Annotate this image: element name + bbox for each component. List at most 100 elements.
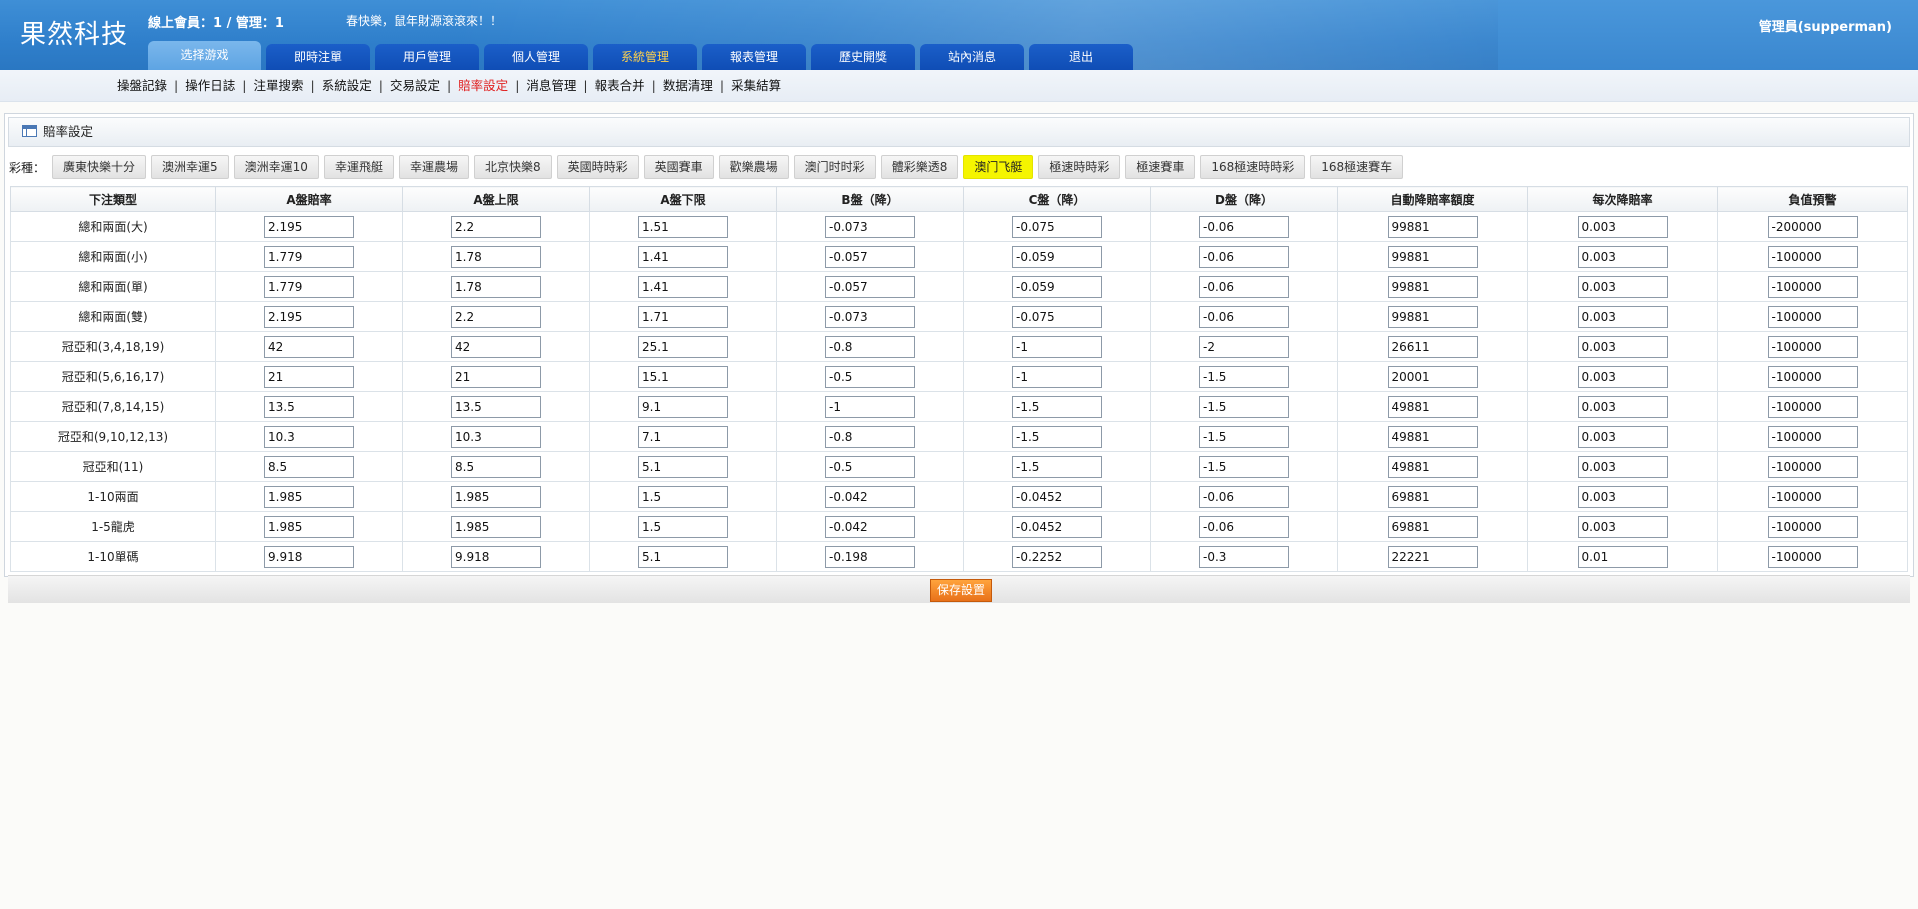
odds-input[interactable]: [638, 425, 728, 448]
odds-input[interactable]: [1577, 425, 1668, 448]
odds-input[interactable]: [638, 455, 728, 478]
odds-input[interactable]: [264, 335, 354, 358]
odds-input[interactable]: [264, 425, 354, 448]
odds-input[interactable]: [1577, 305, 1668, 328]
lottery-button[interactable]: 幸運飛艇: [323, 155, 394, 179]
odds-input[interactable]: [264, 515, 354, 538]
odds-input[interactable]: [264, 395, 354, 418]
nav-tab-select-game[interactable]: 选择游戏: [148, 41, 261, 70]
odds-input[interactable]: [1199, 245, 1289, 268]
odds-input[interactable]: [638, 395, 728, 418]
odds-input[interactable]: [1012, 335, 1102, 358]
odds-input[interactable]: [451, 245, 541, 268]
odds-input[interactable]: [1012, 515, 1102, 538]
odds-input[interactable]: [451, 215, 541, 238]
odds-input[interactable]: [1012, 395, 1102, 418]
odds-input[interactable]: [825, 395, 915, 418]
lottery-button[interactable]: 英國時時彩: [556, 155, 639, 179]
odds-input[interactable]: [264, 215, 354, 238]
lottery-button[interactable]: 廣東快樂十分: [52, 155, 147, 179]
odds-input[interactable]: [825, 515, 915, 538]
odds-input[interactable]: [264, 245, 354, 268]
odds-input[interactable]: [1767, 425, 1858, 448]
odds-input[interactable]: [1577, 485, 1668, 508]
odds-input[interactable]: [1767, 215, 1858, 238]
odds-input[interactable]: [264, 275, 354, 298]
odds-input[interactable]: [1767, 335, 1858, 358]
save-settings-button[interactable]: 保存設置: [930, 579, 993, 602]
lottery-button[interactable]: 體彩樂透8: [880, 155, 959, 179]
odds-input[interactable]: [825, 215, 915, 238]
odds-input[interactable]: [825, 365, 915, 388]
odds-input[interactable]: [825, 245, 915, 268]
odds-input[interactable]: [1012, 455, 1102, 478]
odds-input[interactable]: [638, 275, 728, 298]
odds-input[interactable]: [264, 485, 354, 508]
odds-input[interactable]: [1577, 335, 1668, 358]
odds-input[interactable]: [825, 425, 915, 448]
subnav-message-management[interactable]: 消息管理: [526, 78, 576, 93]
lottery-button[interactable]: 澳门飞艇: [963, 155, 1034, 179]
subnav-operation-log[interactable]: 操作日誌: [185, 78, 235, 93]
odds-input[interactable]: [264, 365, 354, 388]
odds-input[interactable]: [1387, 455, 1478, 478]
odds-input[interactable]: [1387, 335, 1478, 358]
nav-tab-live-bets[interactable]: 即時注單: [266, 44, 370, 70]
odds-input[interactable]: [451, 275, 541, 298]
subnav-data-cleanup[interactable]: 数据清理: [663, 78, 713, 93]
odds-input[interactable]: [638, 545, 728, 568]
odds-input[interactable]: [638, 305, 728, 328]
odds-input[interactable]: [825, 335, 915, 358]
lottery-button[interactable]: 北京快樂8: [473, 155, 552, 179]
odds-input[interactable]: [1012, 545, 1102, 568]
lottery-button[interactable]: 極速賽車: [1125, 155, 1196, 179]
odds-input[interactable]: [264, 305, 354, 328]
odds-input[interactable]: [638, 485, 728, 508]
odds-input[interactable]: [1199, 275, 1289, 298]
odds-input[interactable]: [1199, 215, 1289, 238]
odds-input[interactable]: [825, 545, 915, 568]
subnav-collect-settle[interactable]: 采集結算: [731, 78, 781, 93]
nav-tab-personal[interactable]: 個人管理: [484, 44, 588, 70]
subnav-system-settings[interactable]: 系統設定: [322, 78, 372, 93]
odds-input[interactable]: [1199, 335, 1289, 358]
lottery-button[interactable]: 英國賽車: [643, 155, 714, 179]
odds-input[interactable]: [638, 515, 728, 538]
odds-input[interactable]: [638, 365, 728, 388]
lottery-button[interactable]: 極速時時彩: [1038, 155, 1121, 179]
subnav-bet-search[interactable]: 注單搜索: [253, 78, 303, 93]
odds-input[interactable]: [638, 215, 728, 238]
odds-input[interactable]: [638, 245, 728, 268]
odds-input[interactable]: [1767, 275, 1858, 298]
odds-input[interactable]: [1199, 455, 1289, 478]
odds-input[interactable]: [451, 545, 541, 568]
nav-tab-system[interactable]: 系統管理: [593, 44, 697, 70]
odds-input[interactable]: [1767, 365, 1858, 388]
odds-input[interactable]: [1387, 365, 1478, 388]
odds-input[interactable]: [1199, 545, 1289, 568]
odds-input[interactable]: [1577, 395, 1668, 418]
odds-input[interactable]: [825, 485, 915, 508]
odds-input[interactable]: [451, 335, 541, 358]
lottery-button[interactable]: 澳洲幸運5: [151, 155, 229, 179]
lottery-button[interactable]: 幸運農場: [398, 155, 469, 179]
odds-input[interactable]: [1387, 215, 1478, 238]
odds-input[interactable]: [451, 455, 541, 478]
odds-input[interactable]: [451, 305, 541, 328]
lottery-button[interactable]: 168極速賽车: [1310, 155, 1404, 179]
odds-input[interactable]: [825, 305, 915, 328]
odds-input[interactable]: [638, 335, 728, 358]
odds-input[interactable]: [1012, 305, 1102, 328]
odds-input[interactable]: [1199, 305, 1289, 328]
lottery-button[interactable]: 澳洲幸運10: [233, 155, 319, 179]
odds-input[interactable]: [1767, 245, 1858, 268]
odds-input[interactable]: [1012, 275, 1102, 298]
odds-input[interactable]: [1387, 485, 1478, 508]
odds-input[interactable]: [1387, 545, 1478, 568]
odds-input[interactable]: [825, 275, 915, 298]
nav-tab-messages[interactable]: 站內消息: [920, 44, 1024, 70]
odds-input[interactable]: [451, 485, 541, 508]
odds-input[interactable]: [451, 515, 541, 538]
odds-input[interactable]: [1199, 395, 1289, 418]
nav-tab-user-management[interactable]: 用戶管理: [375, 44, 479, 70]
